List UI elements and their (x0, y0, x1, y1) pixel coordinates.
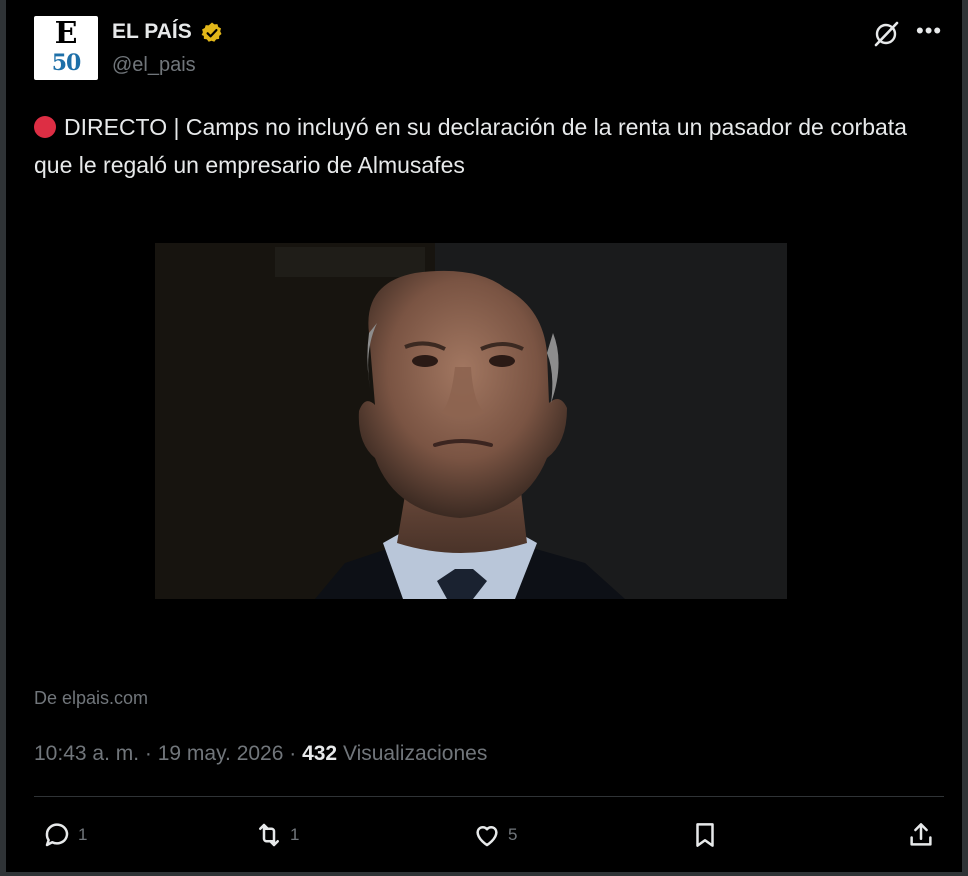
views-label: Visualizaciones (337, 742, 488, 765)
link-source[interactable]: De elpais.com (34, 688, 148, 709)
reply-count: 1 (78, 825, 88, 844)
share-button[interactable] (906, 818, 936, 852)
repost-icon (259, 823, 279, 847)
bookmark-icon (696, 823, 714, 847)
like-button[interactable]: 5 (472, 818, 517, 852)
repost-button[interactable]: 1 (254, 818, 299, 852)
avatar[interactable]: E 50 (34, 16, 98, 80)
avatar-number: 50 (51, 50, 82, 76)
reply-icon (45, 823, 69, 847)
avatar-letter: E (54, 16, 78, 51)
author-name[interactable]: EL PAÍS (112, 20, 192, 44)
window-frame-right (962, 0, 968, 876)
repost-count: 1 (290, 825, 300, 844)
tweet-text: DIRECTO | Camps no incluyó en su declara… (34, 108, 934, 184)
window-frame-left (0, 0, 6, 876)
reply-button[interactable]: 1 (42, 818, 87, 852)
more-options-icon[interactable]: ••• (916, 18, 942, 44)
views-count: 432 (302, 742, 338, 765)
author-handle[interactable]: @el_pais (112, 54, 196, 77)
tweet-timestamp[interactable]: 10:43 a. m. · 19 may. 2026 · (34, 742, 302, 765)
share-icon (910, 823, 932, 846)
like-count: 5 (508, 825, 518, 844)
bookmark-button[interactable] (690, 818, 720, 852)
verified-badge-icon (201, 22, 222, 42)
grok-icon[interactable] (872, 20, 900, 48)
window-frame-bottom (0, 872, 968, 876)
divider (34, 796, 944, 797)
tweet-text-body: DIRECTO | Camps no incluyó en su declara… (34, 114, 907, 178)
portrait-photo (155, 243, 787, 599)
tweet-photo[interactable] (155, 243, 787, 599)
heart-icon (476, 826, 498, 847)
live-red-circle-icon (34, 116, 56, 138)
tweet-meta: 10:43 a. m. · 19 may. 2026 · 432 Visuali… (34, 742, 487, 766)
